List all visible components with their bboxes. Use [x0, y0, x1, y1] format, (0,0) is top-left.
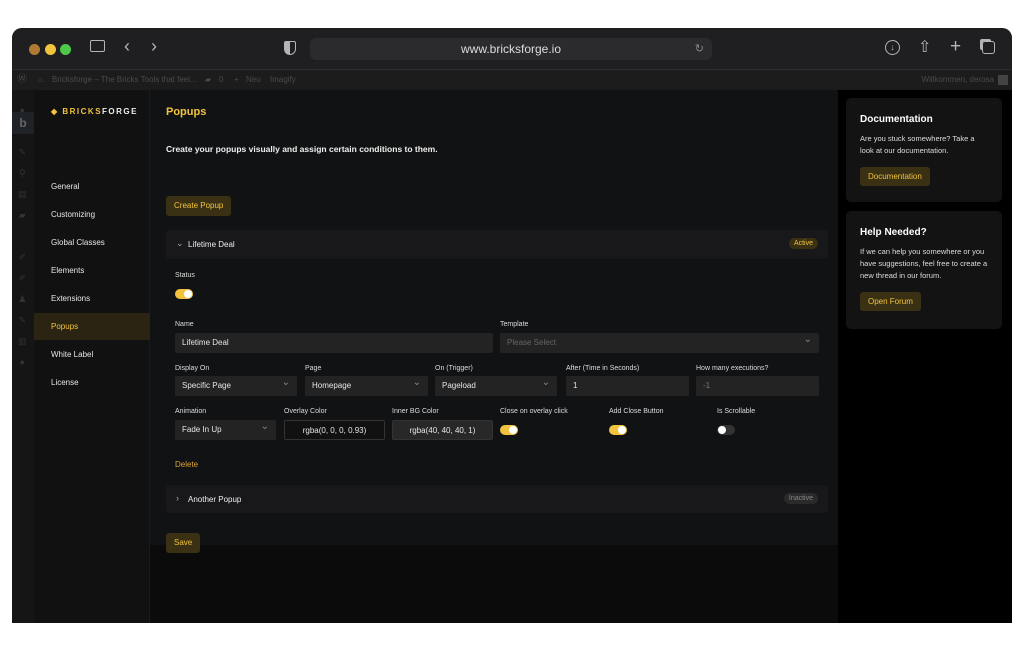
page-label: Page [305, 365, 322, 372]
tab-overview-icon[interactable] [982, 41, 995, 54]
scrollable-toggle[interactable] [717, 425, 735, 435]
close-window-button[interactable] [29, 44, 40, 55]
sidebar-item-license[interactable]: License [34, 369, 150, 396]
sidebar-item-elements[interactable]: Elements [34, 257, 150, 284]
documentation-button[interactable]: Documentation [860, 167, 930, 186]
display-on-select[interactable]: Specific Page [175, 373, 297, 396]
forward-icon[interactable]: › [151, 36, 157, 57]
display-on-label: Display On [175, 365, 210, 372]
name-input[interactable]: Lifetime Deal [175, 333, 493, 353]
overlay-color-input[interactable]: rgba(0, 0, 0, 0.93) [284, 420, 385, 440]
help-card: Help Needed? If we can help you somewher… [846, 211, 1002, 329]
status-toggle[interactable] [175, 289, 193, 299]
sidebar-item-customizing[interactable]: Customizing [34, 201, 150, 228]
page-title: Popups [166, 106, 207, 118]
animation-select[interactable]: Fade In Up [175, 417, 276, 440]
documentation-card: Documentation Are you stuck somewhere? T… [846, 98, 1002, 202]
new-link[interactable]: Neu [246, 70, 261, 90]
status-badge: Active [788, 238, 818, 249]
sidebar-item-global-classes[interactable]: Global Classes [34, 229, 150, 256]
popup-accordion-header[interactable]: ⌄ Lifetime Deal Active [166, 230, 828, 259]
fox-logo-icon: ◆ [51, 107, 63, 116]
popup-name: Lifetime Deal [188, 240, 235, 249]
help-text: If we can help you somewhere or you have… [860, 247, 988, 280]
chevron-down-icon: ⌄ [176, 238, 184, 248]
animation-value: Fade In Up [182, 425, 222, 434]
display-on-value: Specific Page [182, 381, 231, 390]
browser-window: ‹ › www.bricksforge.io ↻ ↓ ⇧ + Ⓦ ⌂ Bricks… [12, 28, 1012, 623]
brand-name-b: FORGE [102, 107, 138, 116]
page-select[interactable]: Homepage [305, 373, 428, 396]
wp-menu-icons[interactable]: ● ✎ ⚲ ▤ ▰ ✐ ✐ ♟ ✎ ▥ ● [18, 100, 27, 373]
url-text: www.bricksforge.io [460, 42, 562, 56]
popup-accordion-header[interactable]: › Another Popup Inactive [166, 485, 828, 513]
sidebar-item-white-label[interactable]: White Label [34, 341, 150, 368]
scrollable-label: Is Scrollable [717, 408, 756, 415]
avatar[interactable] [998, 75, 1008, 85]
sidebar-item-popups[interactable]: Popups [34, 313, 150, 340]
template-label: Template [500, 321, 529, 328]
brand-name-a: BRICKS [62, 107, 103, 116]
comments-icon: ▰ [205, 75, 212, 84]
template-select[interactable]: Please Select [500, 330, 819, 353]
reload-icon[interactable]: ↻ [695, 38, 704, 60]
name-label: Name [175, 321, 194, 328]
executions-label: How many executions? [696, 365, 769, 372]
right-sidebar: Documentation Are you stuck somewhere? T… [838, 90, 1012, 623]
trigger-select[interactable]: Pageload [435, 373, 557, 396]
plus-icon: + [234, 75, 239, 84]
help-title: Help Needed? [860, 227, 927, 238]
after-seconds-input[interactable]: 1 [566, 376, 689, 396]
sidebar-toggle-icon[interactable] [90, 40, 105, 52]
status-badge: Inactive [783, 493, 818, 504]
save-button[interactable]: Save [166, 533, 201, 553]
status-label: Status [175, 272, 195, 279]
overlay-color-label: Overlay Color [284, 408, 327, 415]
wordpress-logo-icon[interactable]: Ⓦ [17, 70, 27, 90]
new-tab-icon[interactable]: + [950, 36, 961, 58]
executions-input[interactable]: -1 [696, 376, 819, 396]
documentation-title: Documentation [860, 114, 933, 125]
after-label: After (Time in Seconds) [566, 365, 640, 372]
brand-logo: ◆ BRICKSFORGE [51, 107, 138, 116]
main-panel: Popups Create your popups visually and a… [150, 90, 838, 553]
wp-admin-bar: Ⓦ ⌂ Bricksforge – The Bricks Tools that … [12, 70, 1012, 90]
maximize-window-button[interactable] [60, 44, 71, 55]
trigger-value: Pageload [442, 381, 476, 390]
close-overlay-label: Close on overlay click [500, 408, 568, 415]
site-link[interactable]: Bricksforge – The Bricks Tools that feel… [52, 70, 197, 90]
share-icon[interactable]: ⇧ [918, 37, 931, 57]
imagify-link[interactable]: Imagify [270, 70, 296, 90]
address-bar[interactable]: www.bricksforge.io ↻ [310, 38, 712, 60]
close-overlay-toggle[interactable] [500, 425, 518, 435]
page-value: Homepage [312, 381, 352, 390]
downloads-icon[interactable]: ↓ [885, 40, 900, 55]
open-forum-button[interactable]: Open Forum [860, 292, 921, 311]
minimize-window-button[interactable] [45, 44, 56, 55]
privacy-shield-icon[interactable] [284, 41, 296, 55]
popup-name: Another Popup [188, 495, 242, 504]
user-greeting[interactable]: Willkommen, derosa [922, 70, 994, 90]
back-icon[interactable]: ‹ [124, 36, 130, 57]
close-button-toggle[interactable] [609, 425, 627, 435]
trigger-label: On (Trigger) [435, 365, 473, 372]
comments-count[interactable]: 0 [219, 70, 223, 90]
delete-link[interactable]: Delete [175, 460, 198, 469]
home-icon: ⌂ [38, 75, 43, 84]
bricksforge-sidebar: ◆ BRICKSFORGE General Customizing Global… [34, 90, 150, 623]
template-placeholder: Please Select [507, 338, 556, 347]
inner-bg-color-label: Inner BG Color [392, 408, 439, 415]
documentation-text: Are you stuck somewhere? Take a look at … [860, 134, 975, 155]
sidebar-item-extensions[interactable]: Extensions [34, 285, 150, 312]
inner-bg-color-input[interactable]: rgba(40, 40, 40, 1) [392, 420, 493, 440]
animation-label: Animation [175, 408, 207, 415]
browser-toolbar: ‹ › www.bricksforge.io ↻ ↓ ⇧ + [12, 28, 1012, 70]
sidebar-item-general[interactable]: General [34, 173, 150, 200]
close-button-label: Add Close Button [609, 408, 664, 415]
page-subtitle: Create your popups visually and assign c… [166, 144, 438, 154]
wp-admin-menu: b ● ✎ ⚲ ▤ ▰ ✐ ✐ ♟ ✎ ▥ ● [12, 90, 34, 623]
chevron-right-icon: › [176, 493, 179, 503]
create-popup-button[interactable]: Create Popup [166, 196, 232, 216]
